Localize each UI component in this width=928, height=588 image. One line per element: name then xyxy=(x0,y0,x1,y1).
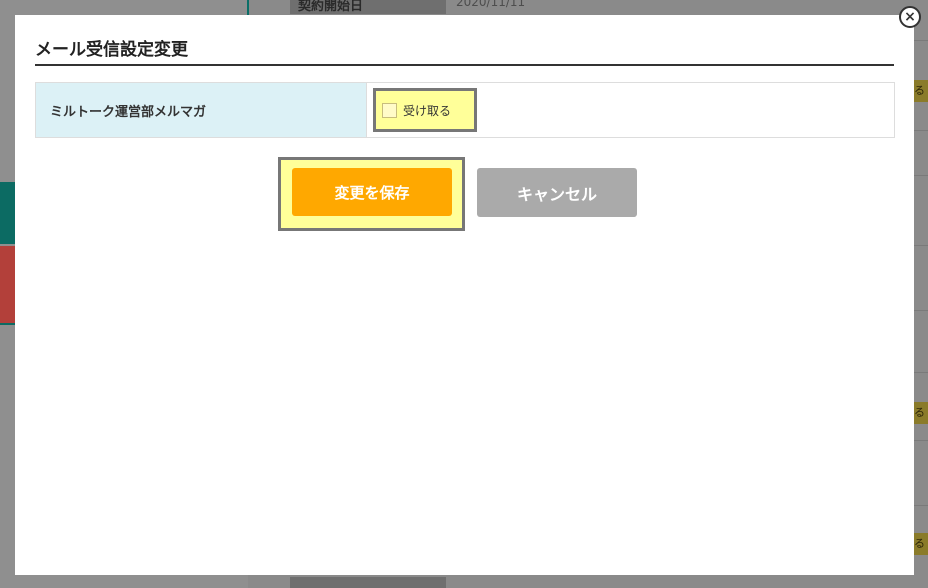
receive-checkbox-label[interactable]: 受け取る xyxy=(403,102,451,119)
mail-settings-modal: メール受信設定変更 ミルトーク運営部メルマガ 受け取る 変更を保存 キャンセル xyxy=(15,15,914,575)
title-underline xyxy=(35,64,894,66)
receive-checkbox[interactable]: 受け取る xyxy=(373,88,477,132)
newsletter-label-cell: ミルトーク運営部メルマガ xyxy=(36,83,367,137)
newsletter-value-cell: 受け取る xyxy=(367,83,894,137)
close-icon[interactable]: × xyxy=(904,10,916,24)
checkbox-square[interactable] xyxy=(382,102,397,118)
background-badge: る xyxy=(914,533,928,555)
cancel-button[interactable]: キャンセル xyxy=(477,168,637,217)
close-button[interactable]: × xyxy=(899,6,921,28)
background-tile-underline xyxy=(0,323,15,325)
background-bottom-header xyxy=(290,577,446,588)
newsletter-label: ミルトーク運営部メルマガ xyxy=(50,104,207,120)
background-red-tile xyxy=(0,246,15,324)
background-badge: る xyxy=(914,80,928,102)
background-header-label: 契約開始日 xyxy=(298,0,364,14)
background-badge: る xyxy=(914,402,928,424)
background-teal-tile xyxy=(0,182,15,244)
save-button[interactable]: 変更を保存 xyxy=(292,168,452,216)
modal-title: メール受信設定変更 xyxy=(35,40,188,60)
settings-table: ミルトーク運営部メルマガ 受け取る xyxy=(35,82,895,138)
background-start-date: 2020/11/11 xyxy=(456,0,526,9)
